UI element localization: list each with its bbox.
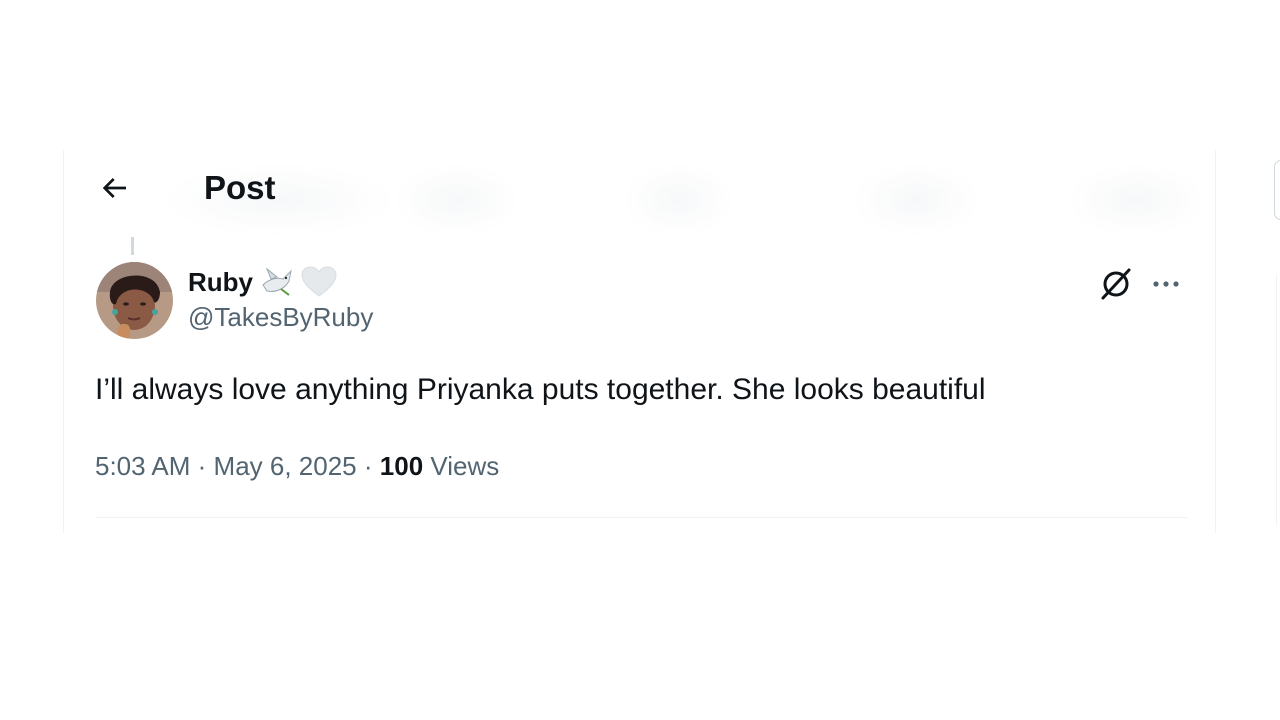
- meta-separator: ·: [363, 451, 373, 481]
- grok-icon: [1101, 268, 1131, 300]
- post-header: Post: [64, 150, 1215, 236]
- post-author: Ruby @TakesByRuby: [188, 264, 373, 333]
- page-title: Post: [204, 169, 276, 206]
- avatar-image: [96, 262, 173, 339]
- right-sidebar-panel-edge: [1276, 275, 1280, 525]
- post-date[interactable]: May 6, 2025: [214, 451, 357, 481]
- thread-connector-line: [131, 237, 134, 255]
- background-blur-shape: [394, 164, 519, 236]
- grok-button[interactable]: [1096, 264, 1136, 304]
- display-name[interactable]: Ruby: [188, 267, 253, 298]
- post-time[interactable]: 5:03 AM: [95, 451, 190, 481]
- white-heart-emoji: [301, 266, 337, 298]
- views-count: 100: [379, 451, 424, 481]
- display-name-row: Ruby: [188, 264, 373, 300]
- right-sidebar-search-edge[interactable]: [1274, 160, 1280, 220]
- views-label: Views: [430, 451, 500, 481]
- background-blur-shape: [164, 164, 394, 236]
- post-meta: 5:03 AM · May 6, 2025 · 100 Views: [95, 448, 499, 484]
- background-blur-shape: [1069, 164, 1204, 236]
- avatar[interactable]: [96, 262, 173, 339]
- more-horizontal-icon: [1153, 281, 1179, 287]
- user-handle[interactable]: @TakesByRuby: [188, 302, 373, 333]
- meta-separator: ·: [197, 451, 207, 481]
- background-blur-shape: [624, 164, 734, 236]
- arrow-left-icon: [102, 178, 126, 198]
- more-options-button[interactable]: [1146, 264, 1186, 304]
- background-blur-shape: [854, 164, 979, 236]
- post-text: I’ll always love anything Priyanka puts …: [95, 373, 986, 406]
- back-button[interactable]: [94, 168, 134, 208]
- divider: [95, 517, 1187, 518]
- post-detail-column: Post Ruby @TakesByRuby I’ll always love …: [63, 150, 1216, 533]
- page: Post Ruby @TakesByRuby I’ll always love …: [0, 0, 1280, 720]
- dove-emoji: [259, 265, 295, 299]
